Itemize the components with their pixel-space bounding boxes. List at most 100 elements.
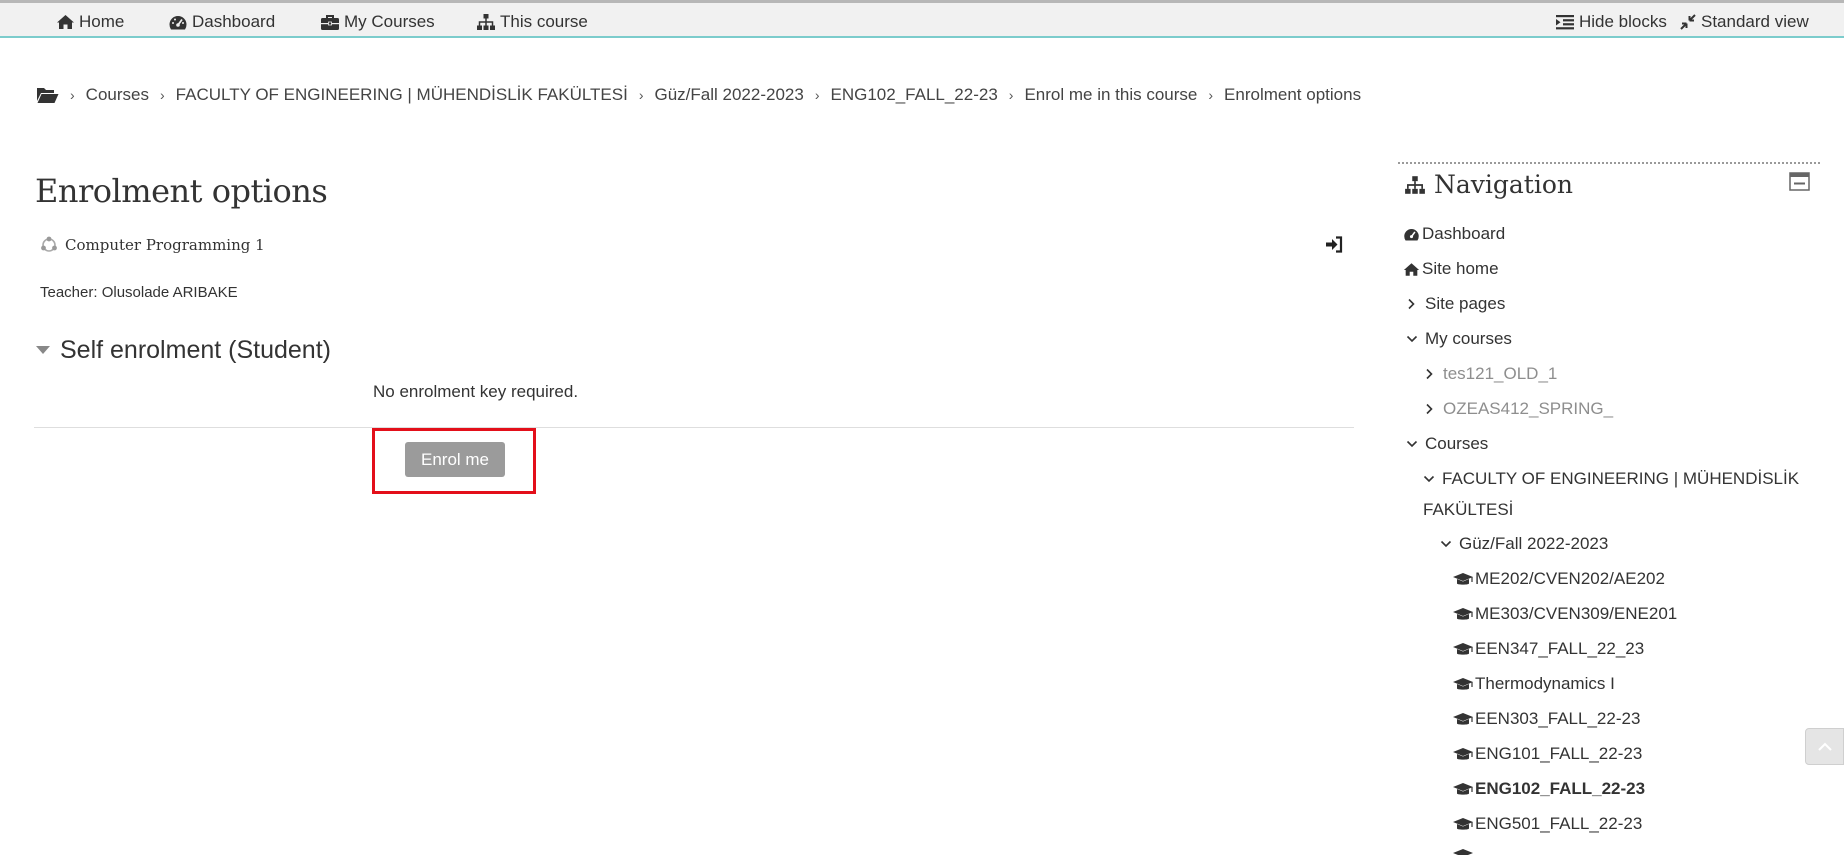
nav-tree-my-course-item[interactable]: OZEAS412_SPRING_ [1424, 399, 1613, 419]
nav-tree-faculty-continued[interactable]: FAKÜLTESİ [1423, 500, 1513, 520]
breadcrumb: › Courses › FACULTY OF ENGINEERING | MÜH… [36, 84, 1361, 106]
sign-in-icon[interactable] [1325, 236, 1343, 253]
nav-tree-site-pages-label: Site pages [1425, 294, 1506, 313]
outdent-icon [1556, 15, 1574, 30]
hide-blocks-button[interactable]: Hide blocks [1555, 9, 1667, 35]
nav-tree-dashboard[interactable]: Dashboard [1403, 224, 1505, 244]
course-name[interactable]: Computer Programming 1 [65, 236, 265, 254]
navigation-block: Navigation Dashboard Site home Site page… [1398, 162, 1820, 855]
chevron-down-icon [1423, 475, 1435, 483]
breadcrumb-separator: › [1208, 87, 1214, 103]
teacher-info: Teacher: Olusolade ARIBAKE [40, 284, 238, 301]
nav-dashboard[interactable]: Dashboard [168, 9, 275, 35]
breadcrumb-courses[interactable]: Courses [86, 85, 149, 105]
breadcrumb-enrolment-options[interactable]: Enrolment options [1224, 85, 1361, 105]
caret-down-icon [36, 346, 50, 354]
nav-this-course[interactable]: This course [476, 9, 588, 35]
nav-tree-faculty[interactable]: FACULTY OF ENGINEERING | MÜHENDİSLİK [1423, 469, 1799, 489]
nav-tree-my-course-label: OZEAS412_SPRING_ [1443, 399, 1614, 418]
home-icon [1403, 262, 1420, 276]
nav-tree-course-partial[interactable] [1452, 848, 1474, 855]
sitemap-icon [1405, 175, 1425, 194]
graduation-cap-icon [1453, 677, 1473, 690]
breadcrumb-separator: › [159, 87, 165, 103]
nav-tree-course-active[interactable]: ENG102_FALL_22-23 [1452, 779, 1645, 799]
nav-tree-course-label: Thermodynamics I [1475, 674, 1615, 693]
page-title: Enrolment options [35, 172, 328, 210]
breadcrumb-separator: › [638, 87, 644, 103]
nav-tree-course[interactable]: ME303/CVEN309/ENE201 [1452, 604, 1677, 624]
graduation-cap-icon [1453, 712, 1473, 725]
nav-tree-course-label: EEN303_FALL_22-23 [1475, 709, 1641, 728]
self-enrolment-heading: Self enrolment (Student) [60, 336, 331, 364]
nav-tree-my-courses-label: My courses [1425, 329, 1512, 348]
nav-tree-course-label: ENG101_FALL_22-23 [1475, 744, 1643, 763]
standard-view-button[interactable]: Standard view [1679, 9, 1809, 35]
nav-tree-dashboard-label: Dashboard [1422, 224, 1506, 243]
back-to-top-button[interactable] [1805, 728, 1844, 765]
nav-tree-course[interactable]: ME202/CVEN202/AE202 [1452, 569, 1665, 589]
graduation-cap-icon [1453, 607, 1473, 620]
nav-tree-course[interactable]: Thermodynamics I [1452, 674, 1615, 694]
briefcase-icon [321, 14, 339, 30]
graduation-cap-icon [1453, 849, 1473, 855]
top-navbar: Home Dashboard My Courses This course Hi… [0, 0, 1844, 38]
nav-tree-site-pages[interactable]: Site pages [1406, 294, 1505, 314]
nav-tree-faculty-label: FACULTY OF ENGINEERING | MÜHENDİSLİK [1442, 469, 1800, 488]
nav-tree-courses[interactable]: Courses [1406, 434, 1488, 454]
nav-tree-course[interactable]: EEN347_FALL_22_23 [1452, 639, 1644, 659]
home-icon [57, 15, 74, 29]
compress-icon [1680, 14, 1696, 30]
graduation-cap-icon [1453, 782, 1473, 795]
nav-tree-site-home-label: Site home [1422, 259, 1499, 278]
enrolment-key-note: No enrolment key required. [373, 382, 579, 401]
nav-home[interactable]: Home [56, 9, 124, 35]
nav-tree-course-label: ENG102_FALL_22-23 [1475, 779, 1646, 798]
course-name-row[interactable]: Computer Programming 1 [40, 236, 265, 254]
nav-tree-my-course-label: tes121_OLD_1 [1443, 364, 1558, 383]
nav-this-course-label: This course [500, 12, 588, 31]
nav-my-courses-label: My Courses [344, 12, 435, 31]
nav-tree-course[interactable]: ENG101_FALL_22-23 [1452, 744, 1642, 764]
standard-view-label: Standard view [1701, 12, 1809, 31]
breadcrumb-separator: › [70, 87, 75, 103]
nav-tree-course-label: ME303/CVEN309/ENE201 [1475, 604, 1678, 623]
chevron-right-icon [1426, 368, 1433, 380]
navigation-block-header: Navigation [1404, 170, 1573, 199]
nav-tree-my-course-item[interactable]: tes121_OLD_1 [1424, 364, 1557, 384]
minus-square-icon [1789, 172, 1810, 191]
nav-tree-course-label: ME202/CVEN202/AE202 [1475, 569, 1665, 588]
dashboard-icon [1404, 228, 1419, 240]
chevron-right-icon [1426, 403, 1433, 415]
enrol-me-button[interactable]: Enrol me [405, 442, 505, 477]
collapse-block-button[interactable] [1789, 172, 1810, 191]
chevron-down-icon [1406, 440, 1418, 448]
nav-tree-course-label: EEN347_FALL_22_23 [1475, 639, 1645, 658]
hide-blocks-label: Hide blocks [1579, 12, 1667, 31]
nav-tree-course[interactable]: ENG501_FALL_22-23 [1452, 814, 1642, 834]
breadcrumb-enrol[interactable]: Enrol me in this course [1024, 85, 1197, 105]
breadcrumb-term[interactable]: Güz/Fall 2022-2023 [655, 85, 804, 105]
nav-my-courses[interactable]: My Courses [320, 9, 435, 35]
graduation-cap-icon [1453, 747, 1473, 760]
breadcrumb-course[interactable]: ENG102_FALL_22-23 [831, 85, 998, 105]
nav-tree-my-courses[interactable]: My courses [1406, 329, 1512, 349]
graduation-cap-icon [1453, 642, 1473, 655]
graduation-cap-icon [1453, 817, 1473, 830]
nav-tree-site-home[interactable]: Site home [1403, 259, 1499, 279]
breadcrumb-separator: › [814, 87, 820, 103]
breadcrumb-faculty[interactable]: FACULTY OF ENGINEERING | MÜHENDİSLİK FAK… [176, 85, 628, 105]
chevron-down-icon [1440, 540, 1452, 548]
breadcrumb-separator: › [1008, 87, 1014, 103]
sitemap-icon [477, 14, 495, 30]
self-enrolment-toggle[interactable]: Self enrolment (Student) [36, 336, 331, 365]
nav-tree-course[interactable]: EEN303_FALL_22-23 [1452, 709, 1640, 729]
navigation-title: Navigation [1434, 170, 1574, 199]
chevron-down-icon [1406, 335, 1418, 343]
nav-tree-course-label: ENG501_FALL_22-23 [1475, 814, 1643, 833]
folder-open-icon[interactable] [36, 86, 59, 104]
nav-tree-term[interactable]: Güz/Fall 2022-2023 [1440, 534, 1608, 554]
nav-dashboard-label: Dashboard [192, 12, 276, 31]
course-icon [41, 236, 57, 252]
dashboard-icon [169, 15, 187, 29]
